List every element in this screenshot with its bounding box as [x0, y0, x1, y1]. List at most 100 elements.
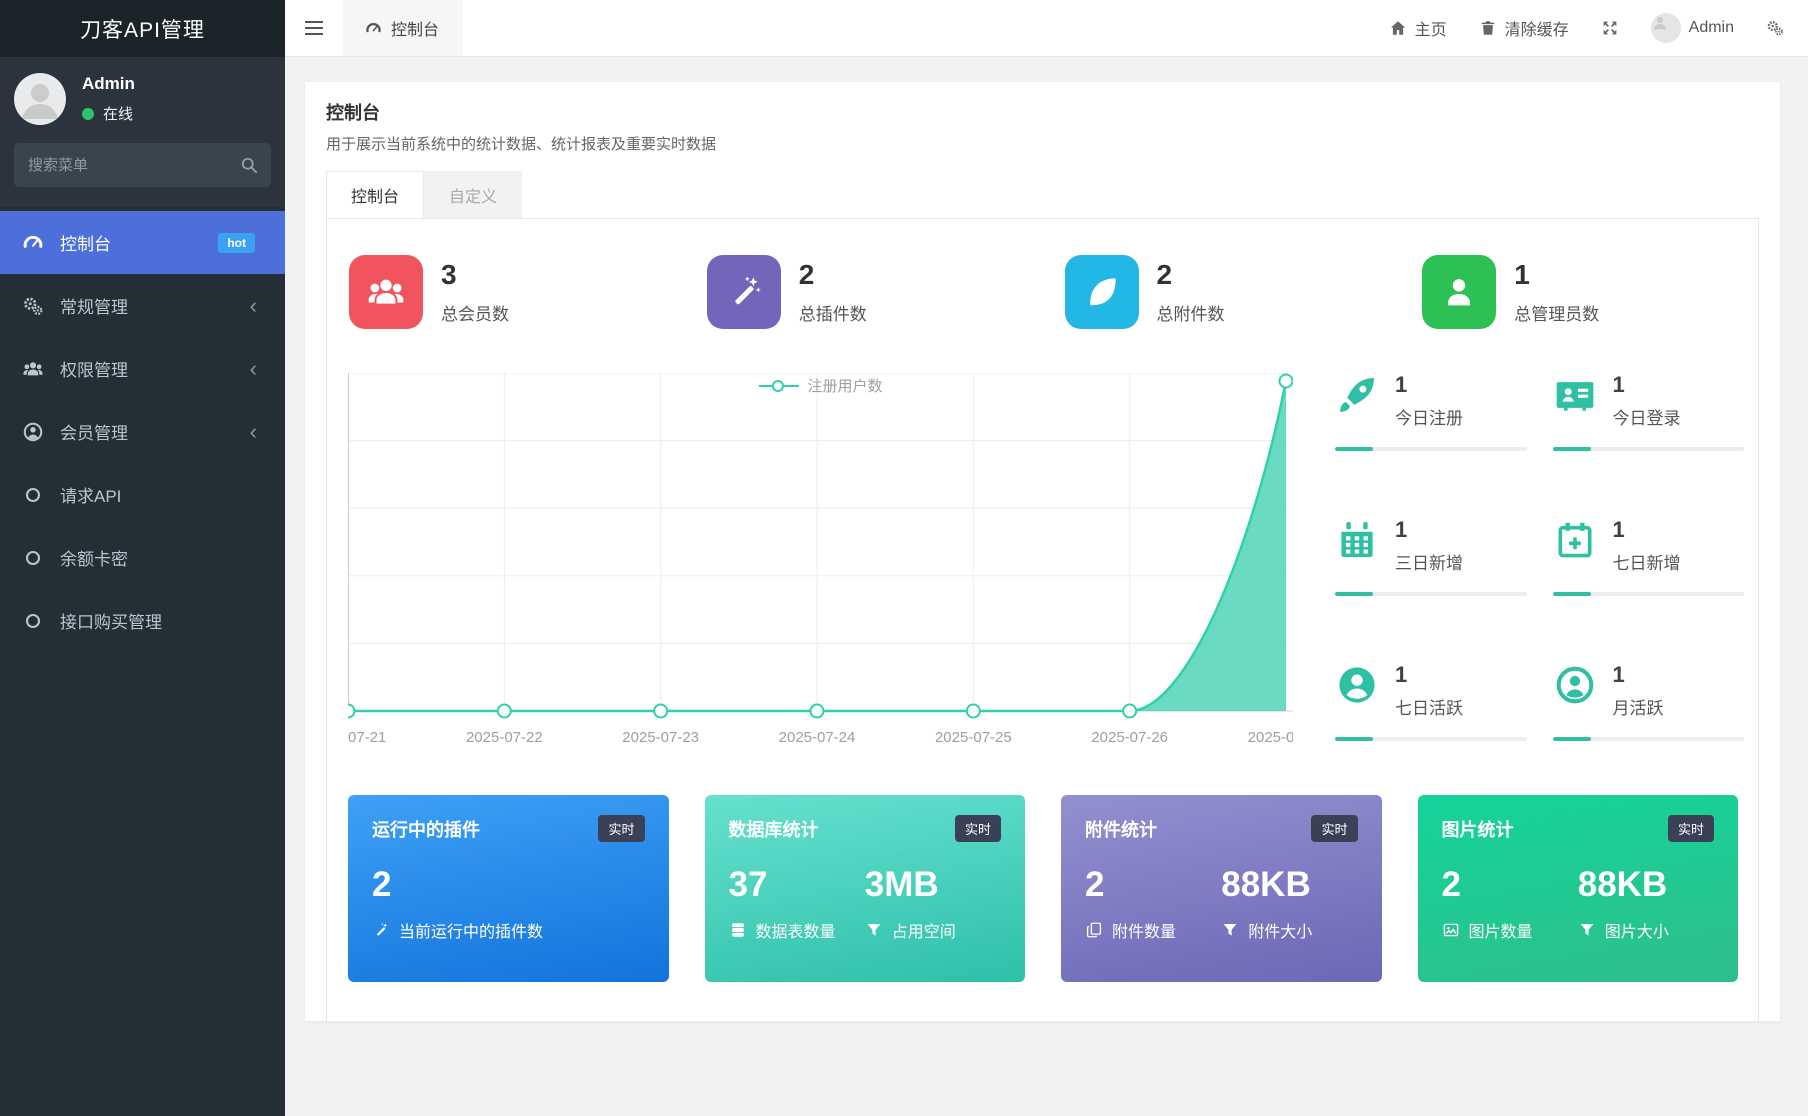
card-value: 2: [372, 864, 645, 906]
sidebar-item-permissions[interactable]: 权限管理 ‹: [0, 337, 285, 400]
card-attachment-stats: 附件统计 实时 2 附件数量: [1061, 795, 1382, 982]
card-database-stats: 数据库统计 实时 37 数据表数量: [705, 795, 1026, 982]
realtime-cards-row: 运行中的插件 实时 2: [327, 795, 1758, 982]
circle-icon: [24, 486, 42, 504]
top-navbar: 控制台 主页 清除缓存 Admin: [285, 0, 1808, 57]
quick-stat-monthly-active: 1 月活跃: [1553, 663, 1745, 741]
leaf-icon: [1065, 255, 1139, 329]
card-title: 图片统计: [1442, 816, 1514, 842]
clear-cache-button[interactable]: 清除缓存: [1479, 16, 1569, 40]
app-root: 刀客API管理 Admin 在线: [0, 0, 1808, 1116]
x-axis-tick-label: 2025-07-26: [1091, 729, 1168, 746]
legend-marker-icon: [758, 380, 798, 392]
realtime-badge: 实时: [1311, 815, 1357, 842]
chart-x-axis-labels: 2025-07-212025-07-222025-07-232025-07-24…: [348, 729, 1293, 753]
sidebar-toggle-button[interactable]: [285, 0, 343, 56]
x-axis-tick-label: 2025-07-23: [622, 729, 699, 746]
sidebar-item-label: 接口购买管理: [60, 608, 162, 633]
navbar-tab-dashboard[interactable]: 控制台: [343, 0, 463, 56]
copy-pages-icon: [1085, 921, 1103, 939]
x-axis-tick-label: 2025-07-22: [466, 729, 543, 746]
tab-content: 3 总会员数 2: [326, 218, 1759, 1023]
fullscreen-button[interactable]: [1601, 19, 1619, 37]
sidebar-item-balance-cards[interactable]: 余额卡密: [0, 526, 285, 589]
realtime-badge: 实时: [598, 815, 644, 842]
card-value: 37: [729, 864, 865, 906]
quick-stat-value: 1: [1395, 518, 1463, 541]
quick-stat-label: 今日登录: [1613, 404, 1681, 429]
gears-icon: [22, 295, 44, 317]
page-title: 控制台: [326, 99, 1759, 125]
x-axis-tick-label: 2025-07-27: [1248, 729, 1293, 746]
search-input[interactable]: [14, 143, 271, 187]
user-circle-outline-icon: [1553, 663, 1597, 707]
card-metric-label: 图片数量: [1469, 918, 1533, 942]
calendar-icon: [1335, 518, 1379, 562]
tab-custom[interactable]: 自定义: [424, 171, 522, 218]
avatar: [1651, 13, 1681, 43]
sidebar-item-members[interactable]: 会员管理 ‹: [0, 400, 285, 463]
card-value: 88KB: [1221, 864, 1357, 906]
navbar-tab-label: 控制台: [391, 16, 439, 40]
settings-button[interactable]: [1766, 19, 1784, 37]
quick-stat-value: 1: [1613, 373, 1681, 396]
stat-label: 总会员数: [441, 300, 509, 325]
user-menu[interactable]: Admin: [1651, 13, 1734, 43]
sidebar-item-label: 请求API: [60, 482, 121, 507]
sidebar-item-dashboard[interactable]: 控制台 hot: [0, 211, 285, 274]
card-metric-label: 附件数量: [1112, 918, 1176, 942]
card-title: 附件统计: [1085, 816, 1157, 842]
content-panel: 控制台 用于展示当前系统中的统计数据、统计报表及重要实时数据 控制台 自定义: [304, 81, 1781, 1022]
card-metric-label: 附件大小: [1248, 918, 1312, 942]
quick-stat-today-registered: 1 今日注册: [1335, 373, 1527, 451]
home-label: 主页: [1415, 16, 1447, 40]
summary-stats-row: 3 总会员数 2: [327, 219, 1758, 329]
online-status-dot: [82, 108, 94, 120]
users-icon: [22, 358, 44, 380]
user-circle-icon: [22, 421, 44, 443]
quick-stat-label: 七日新增: [1613, 549, 1681, 574]
progress-bar: [1553, 447, 1745, 451]
card-title: 数据库统计: [729, 816, 819, 842]
stat-value: 2: [799, 260, 867, 290]
sidebar-item-api-purchase[interactable]: 接口购买管理: [0, 589, 285, 652]
stat-value: 2: [1157, 260, 1225, 290]
quick-stat-label: 月活跃: [1613, 694, 1664, 719]
gears-icon: [1766, 19, 1784, 37]
card-title: 运行中的插件: [372, 816, 480, 842]
progress-bar: [1335, 737, 1527, 741]
chart-plot-area: [348, 373, 1293, 721]
stat-label: 总插件数: [799, 300, 867, 325]
chart-legend[interactable]: 注册用户数: [758, 375, 882, 396]
progress-bar: [1335, 447, 1527, 451]
content-tabs: 控制台 自定义: [326, 171, 1759, 218]
quick-stat-label: 今日注册: [1395, 404, 1463, 429]
card-metric-label: 图片大小: [1605, 918, 1669, 942]
card-running-plugins: 运行中的插件 实时 2: [348, 795, 669, 982]
progress-bar: [1553, 737, 1745, 741]
quick-stat-value: 1: [1613, 663, 1664, 686]
home-link[interactable]: 主页: [1389, 16, 1447, 40]
admin-user-icon: [1422, 255, 1496, 329]
sidebar-item-general-settings[interactable]: 常规管理 ‹: [0, 274, 285, 337]
quick-stat-value: 1: [1395, 663, 1463, 686]
id-card-icon: [1553, 373, 1597, 417]
sidebar-item-label: 控制台: [60, 230, 111, 255]
funnel-icon: [1221, 921, 1239, 939]
home-icon: [1389, 19, 1407, 37]
card-metric-label: 当前运行中的插件数: [399, 918, 543, 942]
funnel-icon: [865, 921, 883, 939]
tab-dashboard[interactable]: 控制台: [326, 171, 424, 218]
realtime-badge: 实时: [955, 815, 1001, 842]
quick-stat-label: 七日活跃: [1395, 694, 1463, 719]
card-value: 88KB: [1578, 864, 1714, 906]
chevron-left-icon: ‹: [250, 421, 257, 443]
sidebar-item-request-api[interactable]: 请求API: [0, 463, 285, 526]
dashboard-icon: [22, 232, 44, 254]
quick-stat-label: 三日新增: [1395, 549, 1463, 574]
stat-value: 1: [1514, 260, 1599, 290]
search-icon[interactable]: [239, 155, 259, 175]
sidebar-item-label: 权限管理: [60, 356, 128, 381]
card-value: 3MB: [865, 864, 1001, 906]
card-metric-label: 数据表数量: [756, 918, 836, 942]
